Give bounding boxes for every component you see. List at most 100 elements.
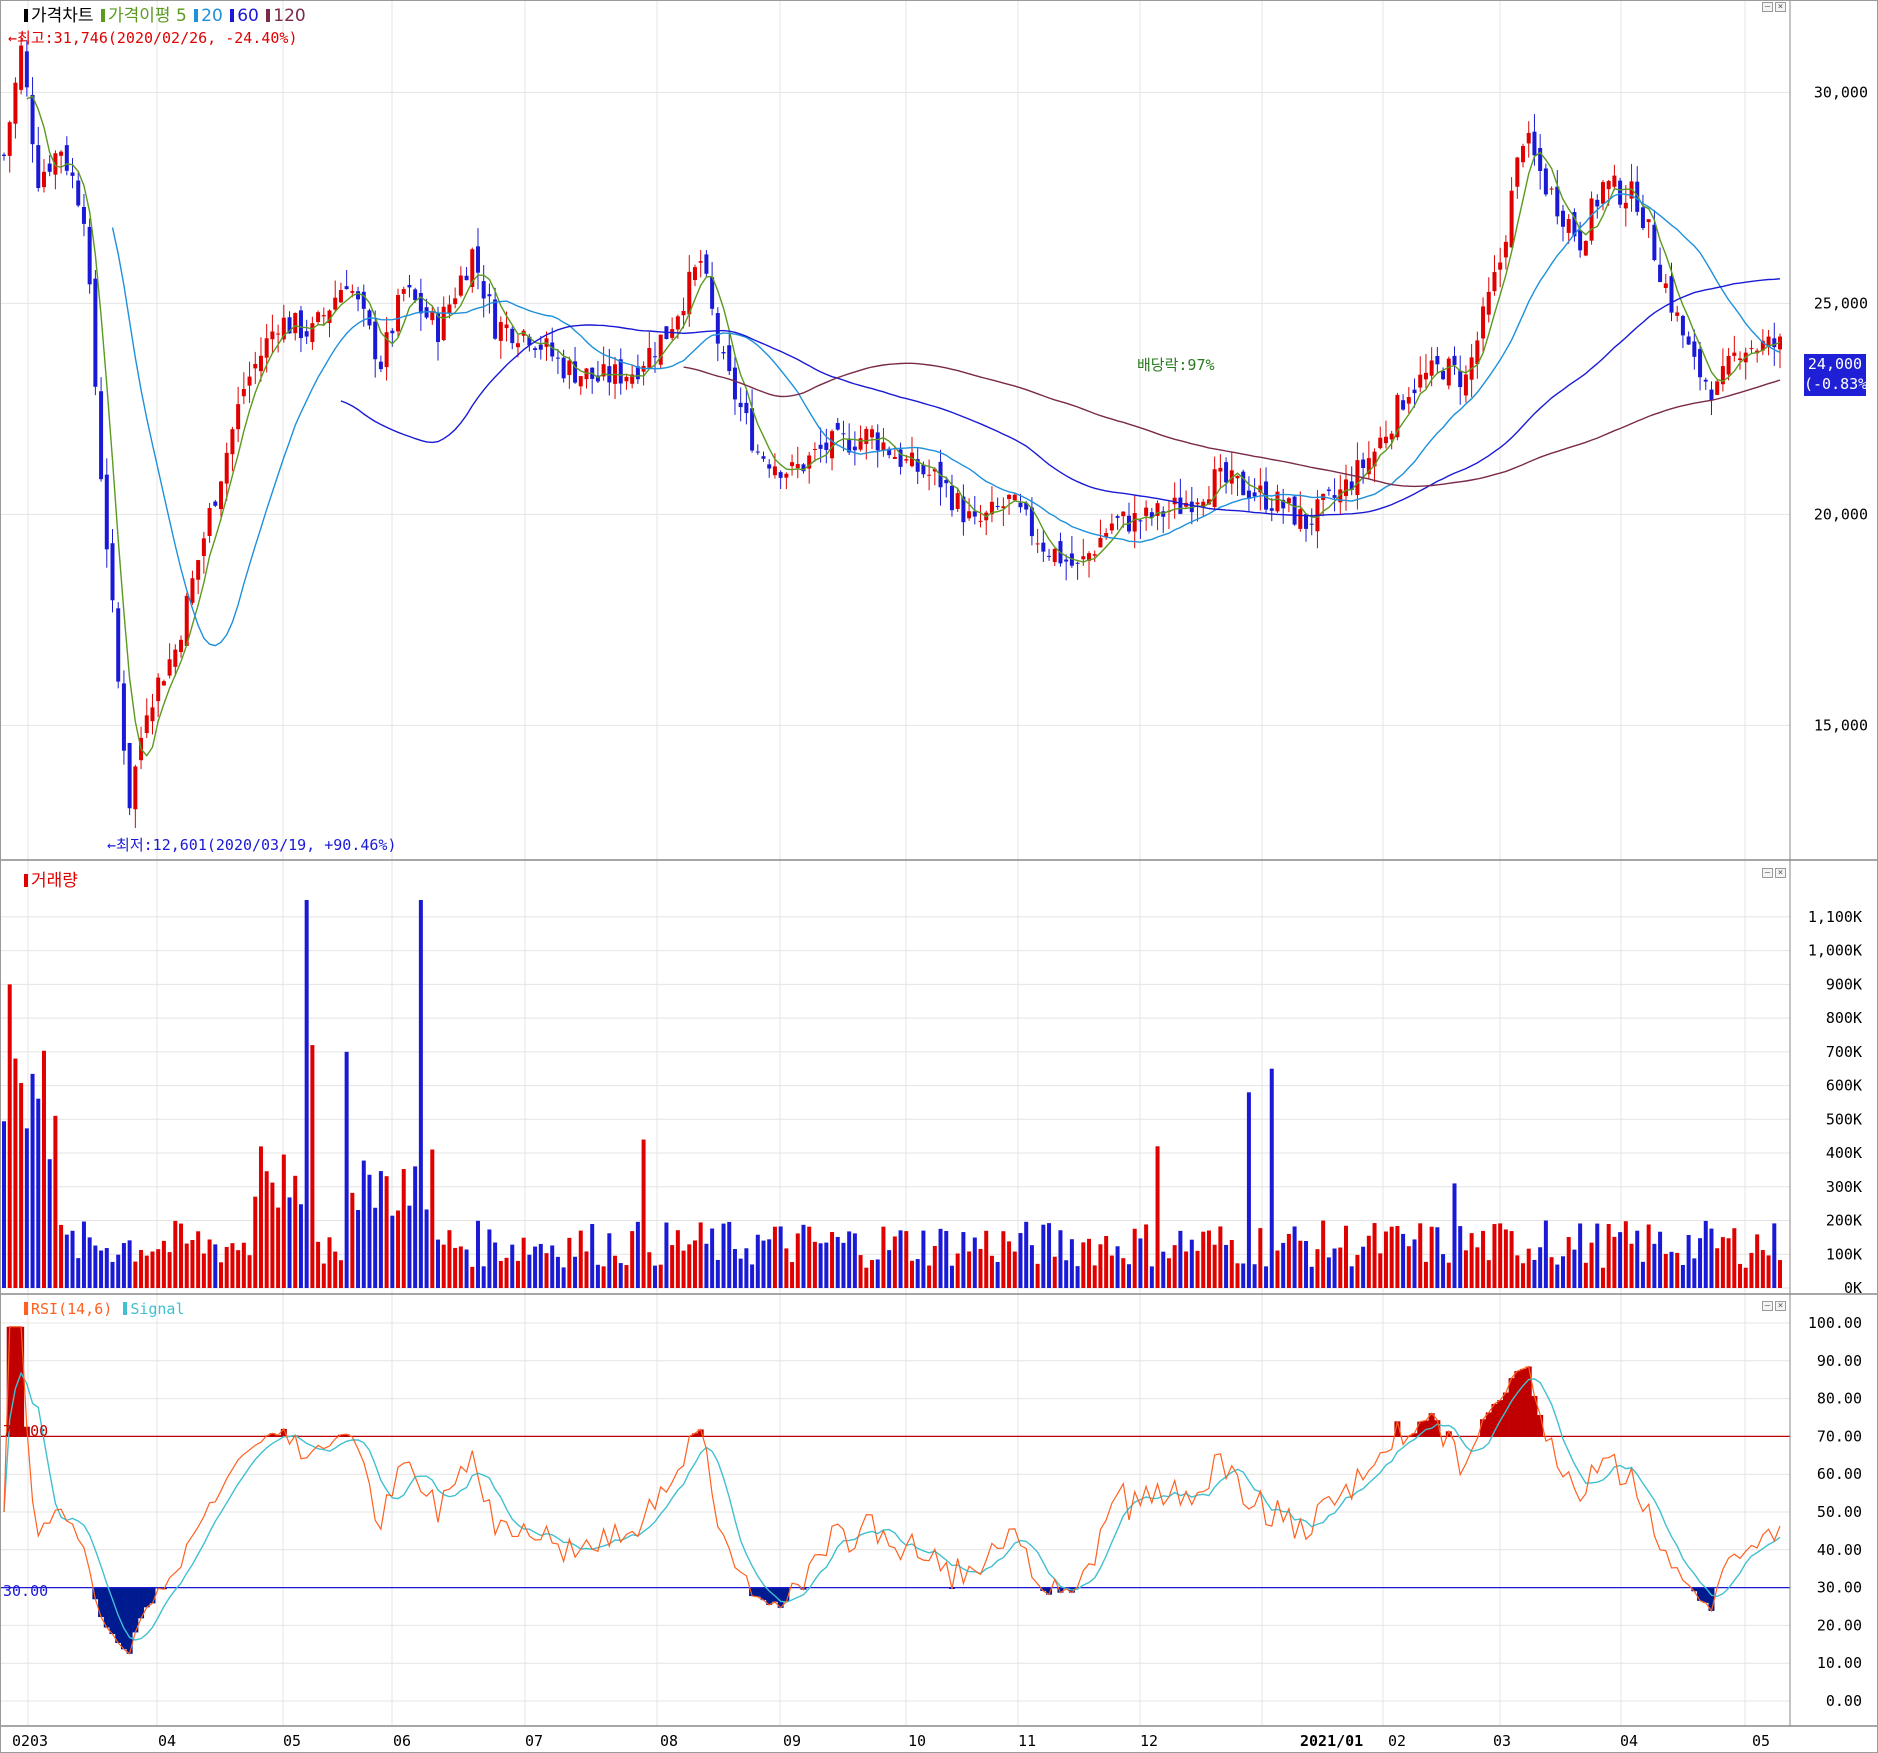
candle-body — [150, 707, 155, 722]
candle-body — [1389, 433, 1394, 440]
candle-body — [1732, 352, 1737, 356]
volume-bar — [504, 1257, 509, 1288]
volume-bar — [561, 1267, 566, 1288]
candle-body — [875, 432, 880, 451]
volume-bar — [607, 1233, 612, 1288]
candle-body — [41, 171, 46, 188]
volume-bar — [1155, 1146, 1160, 1288]
volume-bar — [1652, 1243, 1657, 1288]
price-pane-minimize-button[interactable]: – — [1762, 2, 1773, 12]
candle-body — [892, 456, 897, 459]
candle-body — [1121, 511, 1126, 517]
volume-bar — [104, 1248, 109, 1288]
volume-bar — [1435, 1227, 1440, 1288]
volume-bar — [1218, 1226, 1223, 1288]
volume-bar — [1469, 1233, 1474, 1288]
candle-body — [1309, 523, 1314, 525]
volume-bar — [1755, 1234, 1760, 1288]
candle-body — [1035, 543, 1040, 545]
volume-bar — [270, 1182, 275, 1288]
candle-body — [1692, 341, 1697, 357]
x-tick-label: 04 — [158, 1732, 176, 1750]
volume-bar — [1338, 1247, 1343, 1288]
ma20-legend: 20 — [201, 6, 223, 26]
candle-body — [778, 472, 783, 478]
candle-body — [70, 172, 75, 176]
volume-bar — [418, 900, 423, 1288]
volume-bar — [1543, 1220, 1548, 1288]
x-tick-label: 04 — [1620, 1732, 1638, 1750]
candle-body — [1412, 389, 1417, 394]
volume-tick-label: 700K — [1826, 1043, 1862, 1061]
volume-bar — [310, 1045, 315, 1288]
volume-bar — [1092, 1265, 1097, 1288]
candle-body — [373, 321, 378, 360]
volume-bar — [955, 1253, 960, 1288]
candle-body — [487, 294, 492, 297]
volume-bar — [258, 1146, 263, 1288]
volume-bar — [207, 1239, 212, 1288]
stock-chart: 30,000 25,000 20,000 15,000 1,100K 1,000K 900K… — [0, 0, 1878, 1753]
rsi-pane-minimize-button[interactable]: – — [1762, 1301, 1773, 1311]
candle-body — [441, 306, 446, 341]
candle-body — [1612, 175, 1617, 187]
volume-bar — [413, 1166, 418, 1288]
volume-bar — [510, 1244, 515, 1288]
volume-bar — [624, 1265, 629, 1288]
volume-bar — [1252, 1264, 1257, 1288]
volume-bar — [1503, 1229, 1508, 1288]
rsi-pane-close-button[interactable]: × — [1775, 1301, 1786, 1311]
volume-bar — [1166, 1258, 1171, 1288]
volume-bar — [24, 1128, 29, 1288]
volume-bar — [361, 1160, 366, 1288]
volume-bar — [1195, 1250, 1200, 1288]
candle-body — [692, 267, 697, 281]
candle-body — [750, 408, 755, 451]
candle-body — [1583, 240, 1588, 256]
candle-body — [949, 485, 954, 511]
candle-body — [1326, 489, 1331, 492]
candle-body — [64, 145, 69, 171]
volume-bar — [356, 1209, 361, 1288]
candle-body — [264, 338, 269, 358]
candle-body — [378, 361, 383, 370]
volume-bar — [1612, 1236, 1617, 1288]
candle-body — [1195, 502, 1200, 505]
candle-body — [790, 462, 795, 467]
candle-body — [1555, 186, 1560, 217]
volume-pane-minimize-button[interactable]: – — [1762, 868, 1773, 878]
volume-bar — [515, 1260, 520, 1288]
volume-bar — [1275, 1250, 1280, 1288]
volume-bar — [1104, 1235, 1109, 1288]
volume-bar — [247, 1255, 252, 1288]
candle-body — [1680, 315, 1685, 336]
volume-bar — [1264, 1266, 1269, 1288]
candle-body — [127, 742, 132, 809]
volume-bar — [538, 1243, 543, 1288]
rsi-lower-label: 30.00 — [3, 1582, 49, 1600]
volume-bar — [664, 1222, 669, 1288]
volume-bar — [253, 1196, 258, 1288]
volume-bar — [1269, 1068, 1274, 1288]
candle-body — [927, 474, 932, 476]
volume-bar — [1069, 1239, 1074, 1288]
candle-body — [1646, 219, 1651, 223]
price-pane-close-button[interactable]: × — [1775, 2, 1786, 12]
current-change: (-0.83%) — [1804, 375, 1877, 393]
volume-bar — [76, 1258, 81, 1288]
candle-body — [1383, 436, 1388, 444]
candle-body — [7, 122, 12, 156]
x-tick-label: 02 — [1388, 1732, 1406, 1750]
candle-body — [133, 766, 138, 810]
rsi-overbought-fill — [18, 1326, 25, 1437]
volume-bar — [1458, 1226, 1463, 1288]
volume-bar — [647, 1252, 652, 1288]
volume-pane-close-button[interactable]: × — [1775, 868, 1786, 878]
current-price-box: 24,000 (-0.83%) — [1804, 354, 1877, 396]
volume-bar — [1401, 1233, 1406, 1288]
candle-body — [852, 446, 857, 451]
candle-body — [1658, 264, 1663, 283]
candle-body — [1566, 219, 1571, 233]
candle-body — [1618, 180, 1623, 205]
candle-body — [578, 376, 583, 387]
